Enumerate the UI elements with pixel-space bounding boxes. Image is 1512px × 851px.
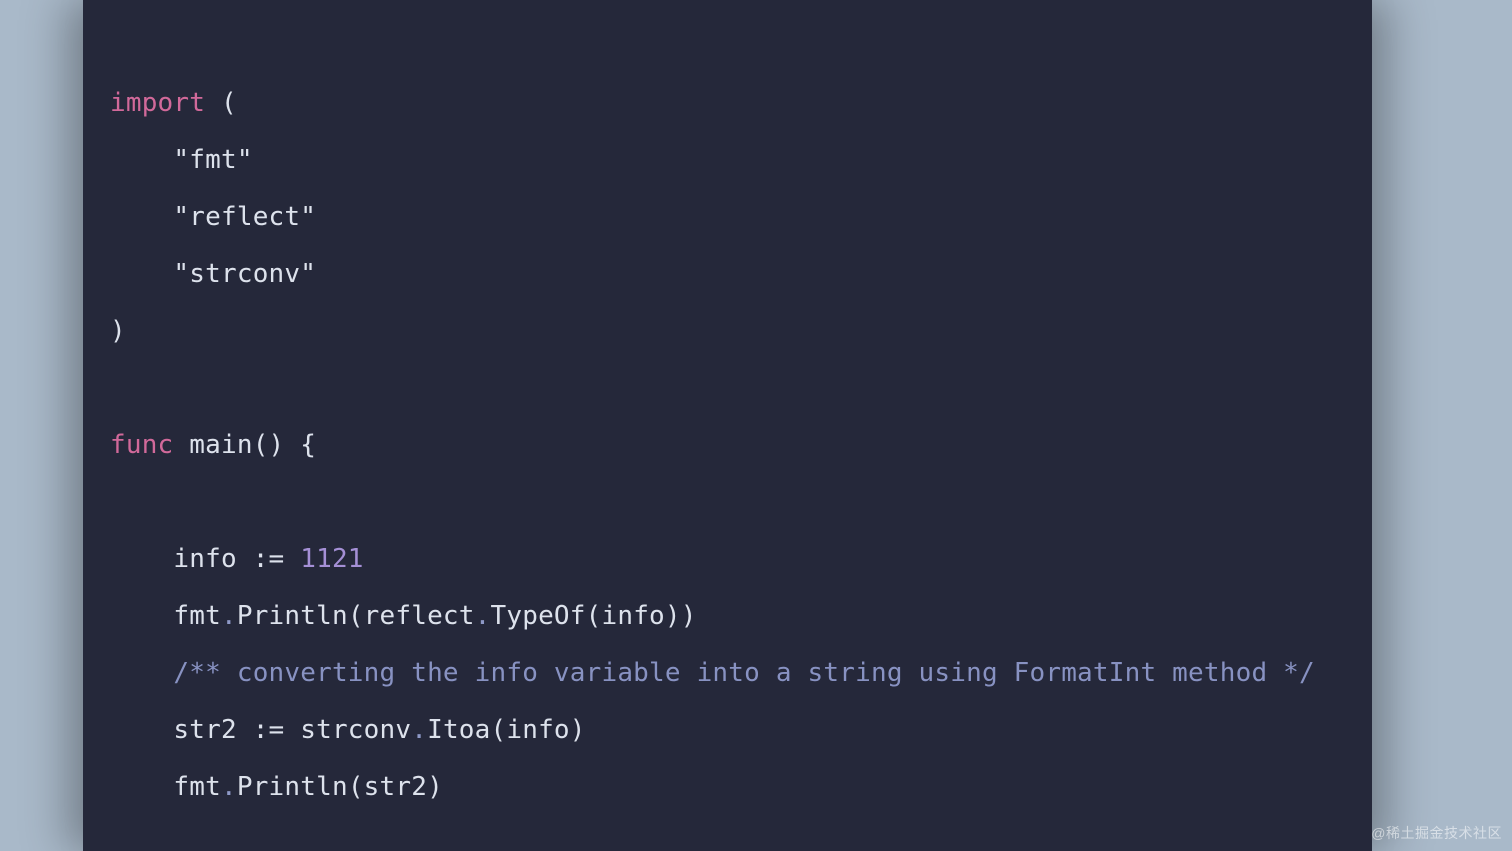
indent — [110, 202, 173, 232]
indent — [110, 715, 173, 745]
assign: info := — [173, 544, 300, 574]
ident-itoa: Itoa(info) — [427, 715, 586, 745]
indent — [110, 145, 173, 175]
keyword-func: func — [110, 430, 173, 460]
number-literal: 1121 — [300, 544, 363, 574]
dot: . — [221, 772, 237, 802]
ident-println: Println(reflect — [237, 601, 475, 631]
ident-typeof: TypeOf(info)) — [491, 601, 697, 631]
ident-strconv: str2 := strconv — [173, 715, 411, 745]
string-strconv: "strconv" — [173, 259, 316, 289]
paren-close: ) — [110, 316, 126, 346]
keyword-import: import — [110, 88, 205, 118]
string-fmt: "fmt" — [173, 145, 252, 175]
dot: . — [221, 601, 237, 631]
func-sig: main() { — [173, 430, 316, 460]
string-reflect: "reflect" — [173, 202, 316, 232]
comment: /** converting the info variable into a … — [173, 658, 1314, 688]
indent — [110, 544, 173, 574]
code-frame: import ( "fmt" "reflect" "strconv" ) fun… — [83, 0, 1372, 851]
paren-open: ( — [205, 88, 237, 118]
indent — [110, 772, 173, 802]
ident-fmt: fmt — [173, 601, 221, 631]
watermark-text: @稀土掘金技术社区 — [1371, 823, 1502, 843]
dot: . — [411, 715, 427, 745]
ident-fmt: fmt — [173, 772, 221, 802]
code-block: import ( "fmt" "reflect" "strconv" ) fun… — [110, 75, 1315, 816]
ident-println: Println(str2) — [237, 772, 443, 802]
dot: . — [475, 601, 491, 631]
indent — [110, 658, 173, 688]
indent — [110, 601, 173, 631]
indent — [110, 259, 173, 289]
